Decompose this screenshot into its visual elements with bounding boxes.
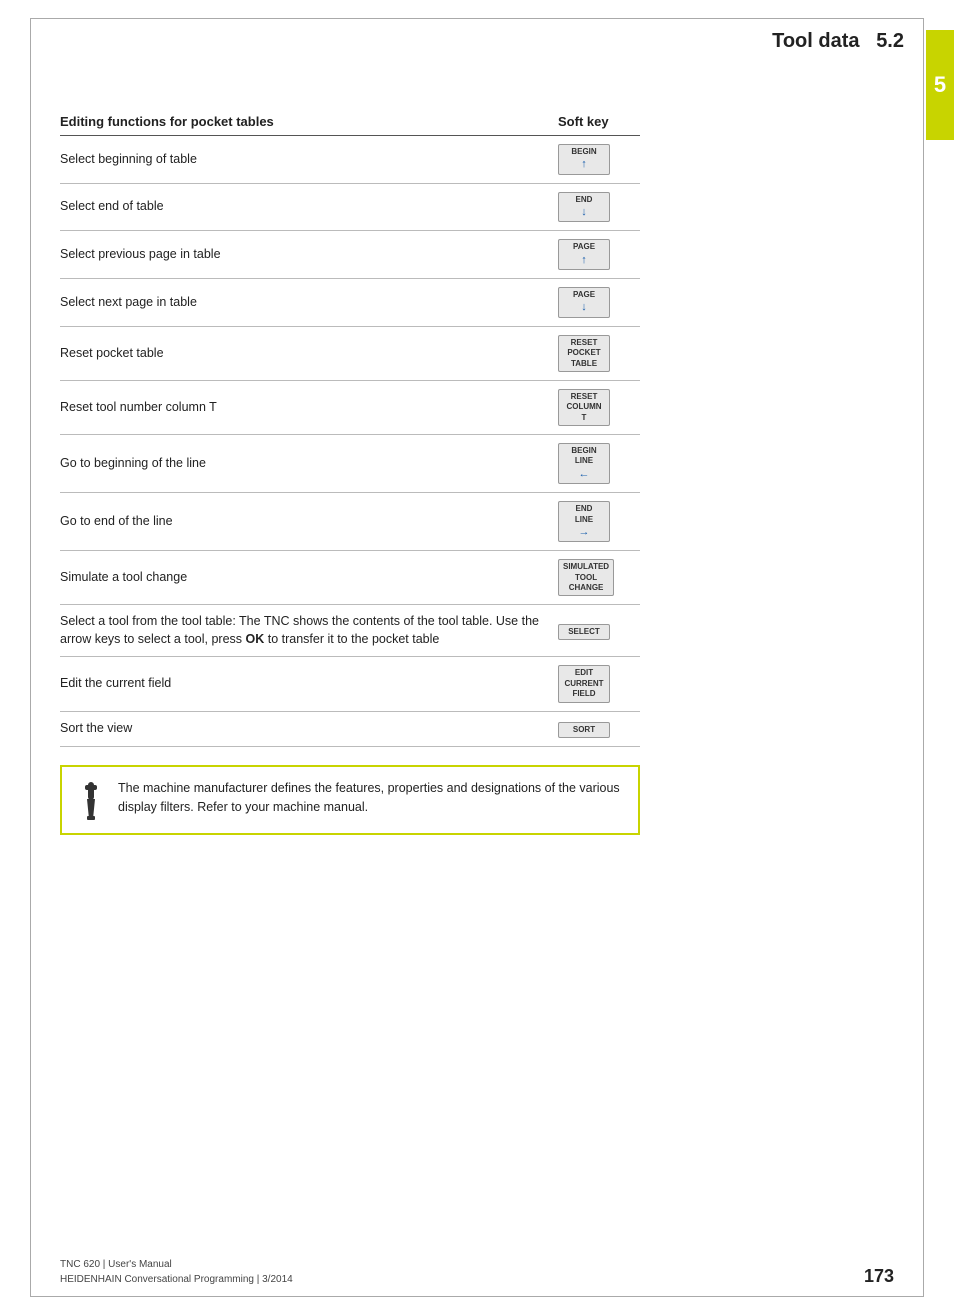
row-description: Sort the view <box>60 711 550 746</box>
softkey-button: EDITCURRENTFIELD <box>558 665 610 702</box>
row-softkey: SIMULATEDTOOLCHANGE <box>550 551 640 605</box>
chapter-tab: 5 <box>926 30 954 140</box>
wrench-icon <box>77 781 105 821</box>
table-row: Simulate a tool changeSIMULATEDTOOLCHANG… <box>60 551 640 605</box>
table-row: Reset tool number column TRESETCOLUMNT <box>60 380 640 434</box>
page-border-bottom <box>30 1296 924 1297</box>
table-row: Sort the view SORT <box>60 711 640 746</box>
table-row: Edit the current fieldEDITCURRENTFIELD <box>60 657 640 711</box>
softkey-button: SORT <box>558 722 610 738</box>
note-text: The machine manufacturer defines the fea… <box>118 779 624 817</box>
row-softkey: PAGE↓ <box>550 279 640 327</box>
row-description: Go to beginning of the line <box>60 435 550 493</box>
softkey-button: RESETPOCKETTABLE <box>558 335 610 372</box>
table-row: Select next page in table PAGE↓ <box>60 279 640 327</box>
row-description: Select beginning of table <box>60 136 550 184</box>
row-softkey: RESETCOLUMNT <box>550 380 640 434</box>
page-footer: TNC 620 | User's Manual HEIDENHAIN Conve… <box>60 1257 894 1287</box>
page-header: Tool data 5.2 <box>772 30 904 53</box>
table-row: Select end of table END↓ <box>60 183 640 231</box>
row-description: Edit the current field <box>60 657 550 711</box>
softkey-button: PAGE↑ <box>558 239 610 270</box>
row-softkey: EDITCURRENTFIELD <box>550 657 640 711</box>
softkey-button: BEGIN↑ <box>558 144 610 175</box>
footer-line2: HEIDENHAIN Conversational Programming | … <box>60 1272 293 1287</box>
table-row: Go to beginning of the lineBEGINLINE← <box>60 435 640 493</box>
table-row: Select beginning of table BEGIN↑ <box>60 136 640 184</box>
row-softkey: BEGIN↑ <box>550 136 640 184</box>
table-row: Go to end of the lineENDLINE→ <box>60 493 640 551</box>
row-description: Go to end of the line <box>60 493 550 551</box>
softkey-button: BEGINLINE← <box>558 443 610 484</box>
row-softkey: BEGINLINE← <box>550 435 640 493</box>
softkey-button: SIMULATEDTOOLCHANGE <box>558 559 614 596</box>
page-border-right <box>923 18 924 1297</box>
page-title: Tool data 5.2 <box>772 30 904 52</box>
col1-header: Editing functions for pocket tables <box>60 110 550 136</box>
table-row: Select a tool from the tool table: The T… <box>60 605 640 657</box>
row-softkey: PAGE↑ <box>550 231 640 279</box>
softkey-button: RESETCOLUMNT <box>558 389 610 426</box>
softkey-button: END↓ <box>558 192 610 223</box>
main-content: Editing functions for pocket tables Soft… <box>60 110 640 835</box>
note-box: The machine manufacturer defines the fea… <box>60 765 640 835</box>
page-border-top <box>30 18 924 19</box>
col2-header: Soft key <box>550 110 640 136</box>
row-softkey: END↓ <box>550 183 640 231</box>
row-description: Select next page in table <box>60 279 550 327</box>
table-row: Select previous page in table PAGE↑ <box>60 231 640 279</box>
chapter-number: 5 <box>930 64 950 106</box>
row-description: Select previous page in table <box>60 231 550 279</box>
page-border-left <box>30 18 31 1297</box>
row-description: Simulate a tool change <box>60 551 550 605</box>
footer-line1: TNC 620 | User's Manual <box>60 1257 293 1272</box>
row-description: Reset tool number column T <box>60 380 550 434</box>
row-description: Select end of table <box>60 183 550 231</box>
softkey-button: ENDLINE→ <box>558 501 610 542</box>
row-description: Select a tool from the tool table: The T… <box>60 605 550 657</box>
softkey-button: PAGE↓ <box>558 287 610 318</box>
row-softkey: SORT <box>550 711 640 746</box>
functions-table: Editing functions for pocket tables Soft… <box>60 110 640 747</box>
table-row: Reset pocket tableRESETPOCKETTABLE <box>60 326 640 380</box>
page-number: 173 <box>864 1266 894 1287</box>
row-description: Reset pocket table <box>60 326 550 380</box>
note-icon <box>76 779 106 821</box>
footer-left: TNC 620 | User's Manual HEIDENHAIN Conve… <box>60 1257 293 1287</box>
row-softkey: RESETPOCKETTABLE <box>550 326 640 380</box>
softkey-button: SELECT <box>558 624 610 640</box>
row-softkey: ENDLINE→ <box>550 493 640 551</box>
row-softkey: SELECT <box>550 605 640 657</box>
